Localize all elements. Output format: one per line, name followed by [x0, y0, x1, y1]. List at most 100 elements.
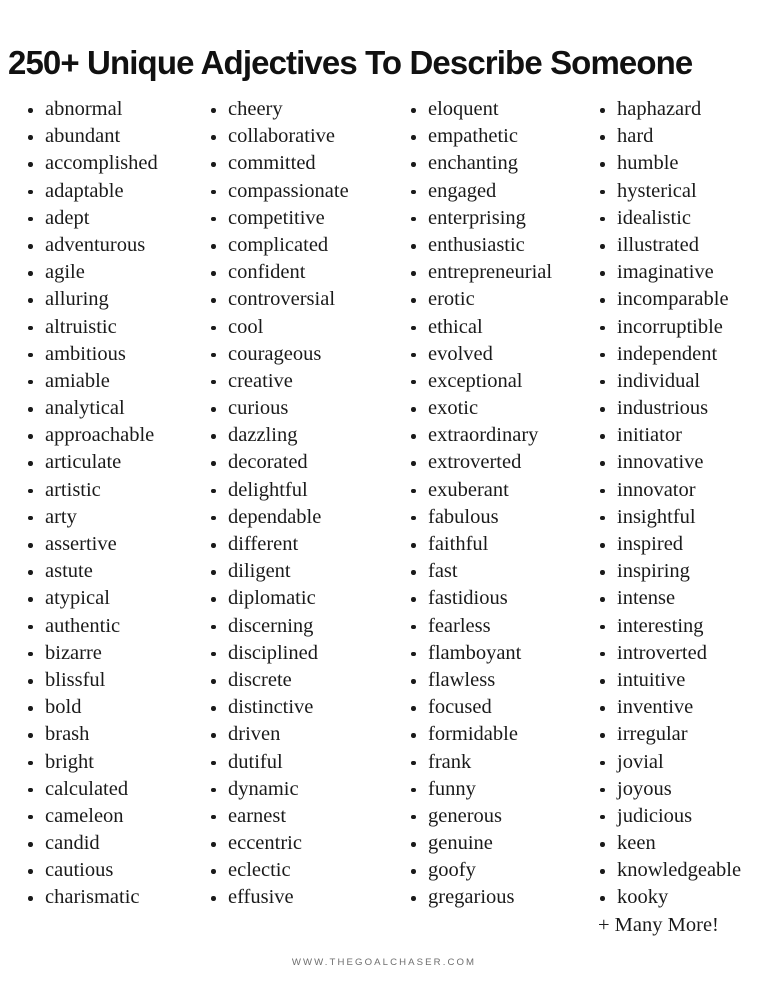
word-list-4: haphazard hard humble hysterical idealistic i…	[594, 96, 768, 912]
bullet-icon	[600, 298, 605, 303]
list-item-label: cameleon	[45, 804, 124, 827]
bullet-icon	[600, 189, 605, 195]
bullet-icon	[600, 597, 605, 602]
bullet-icon	[411, 108, 416, 113]
list-item-label: committed	[228, 152, 316, 175]
list-item: bright	[22, 749, 194, 776]
list-item-label: confident	[228, 261, 306, 284]
list-item: extraordinary	[405, 422, 581, 449]
list-item: inventive	[594, 694, 768, 721]
list-item: adventurous	[22, 232, 194, 259]
list-item: enterprising	[405, 205, 581, 232]
list-item: confident	[205, 259, 389, 286]
list-item: dazzling	[205, 422, 389, 449]
list-item: flamboyant	[405, 640, 581, 667]
word-list-1: abnormal abundant accomplished adaptable ade…	[22, 96, 194, 912]
bullet-icon	[411, 597, 416, 602]
list-item: exuberant	[405, 477, 581, 504]
bullet-icon	[28, 135, 33, 140]
bullet-icon	[211, 570, 216, 575]
list-item: engaged	[405, 178, 581, 205]
bullet-icon	[211, 243, 216, 249]
list-item-label: fearless	[428, 614, 491, 637]
list-item-label: frank	[428, 750, 472, 773]
list-item-label: adaptable	[45, 179, 124, 202]
list-item: intuitive	[594, 667, 768, 694]
list-item: inspiring	[594, 558, 768, 585]
bullet-icon	[411, 842, 416, 847]
list-item: fastidious	[405, 585, 581, 612]
bullet-icon	[411, 896, 416, 902]
bullet-icon	[211, 896, 216, 902]
list-item-label: genuine	[428, 832, 493, 855]
bullet-icon	[411, 434, 416, 439]
list-item: gregarious	[405, 884, 581, 911]
list-item: alluring	[22, 286, 194, 313]
list-item: hysterical	[594, 178, 768, 205]
list-item-label: authentic	[45, 614, 121, 637]
list-item-label: controversial	[228, 288, 336, 311]
bullet-icon	[28, 379, 33, 385]
list-item-label: different	[228, 533, 299, 555]
bullet-icon	[600, 515, 605, 521]
list-item-label: entrepreneurial	[428, 261, 553, 284]
list-item: formidable	[405, 721, 581, 748]
list-item-label: dynamic	[228, 777, 299, 800]
list-item: competitive	[205, 205, 389, 232]
bullet-icon	[600, 271, 605, 276]
list-item: cameleon	[22, 803, 194, 830]
bullet-icon	[211, 760, 216, 766]
bullet-icon	[600, 624, 605, 630]
list-item: enchanting	[405, 150, 581, 177]
bullet-icon	[411, 706, 416, 711]
list-item: disciplined	[205, 640, 389, 667]
bullet-icon	[411, 570, 416, 575]
list-item-label: ethical	[428, 315, 483, 338]
list-item: hard	[594, 123, 768, 150]
bullet-icon	[600, 896, 605, 902]
list-item-label: courageous	[228, 342, 322, 365]
list-item-label: diligent	[228, 560, 291, 583]
bullet-icon	[28, 216, 33, 222]
list-item: introverted	[594, 640, 768, 667]
list-item: illustrated	[594, 232, 768, 259]
adjectives-list-page: 250+ Unique Adjectives To Describe Someo…	[0, 0, 768, 994]
bullet-icon	[411, 243, 416, 249]
list-item: altruistic	[22, 314, 194, 341]
list-item-label: fabulous	[428, 505, 499, 528]
list-item-label: assertive	[45, 533, 117, 555]
list-item-label: analytical	[45, 397, 125, 420]
bullet-icon	[411, 814, 416, 820]
bullet-icon	[411, 651, 416, 657]
list-item-label: compassionate	[228, 179, 349, 202]
list-item: discerning	[205, 613, 389, 640]
bullet-icon	[28, 461, 33, 467]
bullet-icon	[600, 379, 605, 385]
list-item: charismatic	[22, 884, 194, 911]
list-item-label: erotic	[428, 288, 475, 311]
list-item-label: alluring	[45, 288, 109, 311]
bullet-icon	[28, 733, 33, 738]
list-item-label: illustrated	[617, 233, 699, 256]
list-item-label: extraordinary	[428, 424, 539, 447]
list-item: innovative	[594, 449, 768, 476]
list-item-label: generous	[428, 804, 503, 827]
list-item-label: complicated	[228, 233, 329, 256]
list-item-label: keen	[617, 832, 656, 855]
list-item-label: adept	[45, 206, 90, 229]
bullet-icon	[211, 216, 216, 222]
bullet-icon	[600, 325, 605, 331]
page-title: 250+ Unique Adjectives To Describe Someo…	[8, 45, 693, 83]
list-item-label: dutiful	[228, 750, 283, 773]
bullet-icon	[211, 352, 216, 358]
list-item-label: innovative	[617, 451, 704, 474]
list-item: earnest	[205, 803, 389, 830]
list-item: analytical	[22, 395, 194, 422]
bullet-icon	[211, 651, 216, 657]
list-item: innovator	[594, 477, 768, 504]
list-item-label: introverted	[617, 641, 707, 664]
list-item: frank	[405, 749, 581, 776]
bullet-icon	[211, 271, 216, 276]
list-item: incorruptible	[594, 314, 768, 341]
list-item: delightful	[205, 477, 389, 504]
